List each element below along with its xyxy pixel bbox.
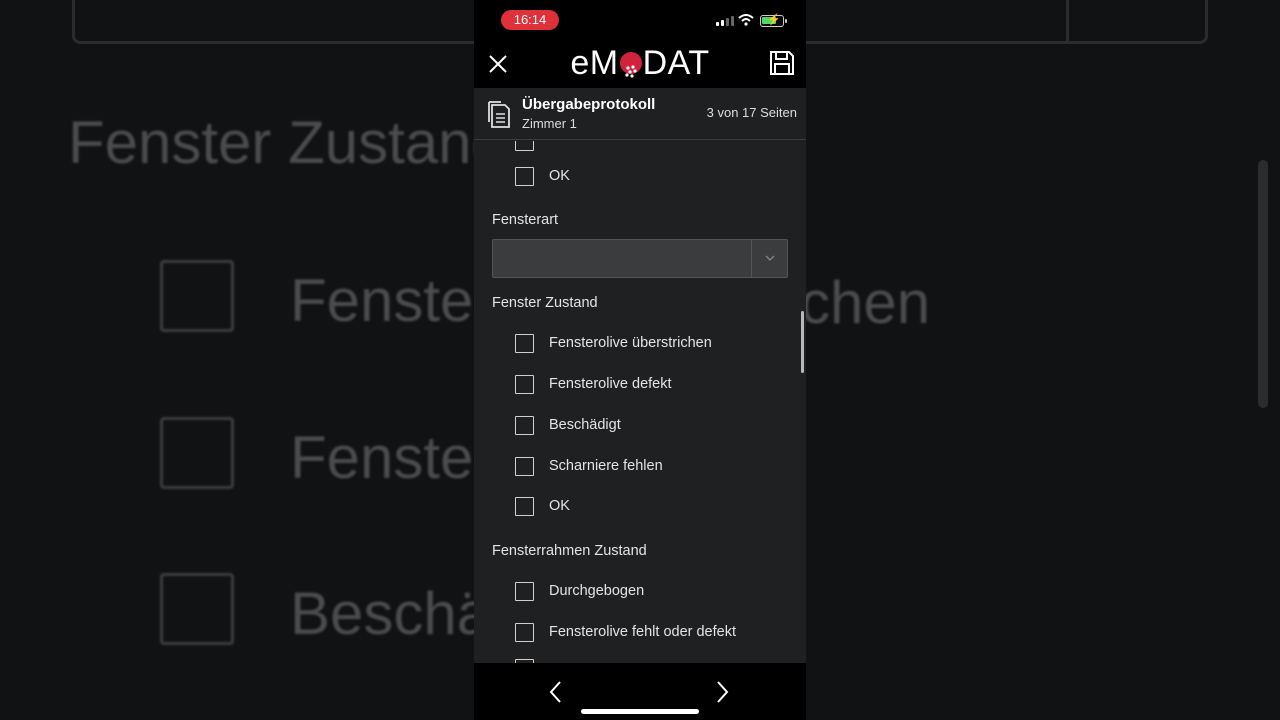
checkbox-row-partial[interactable] bbox=[515, 141, 534, 151]
status-time: 16:14 bbox=[501, 10, 559, 30]
form-content: OK Fensterart Fenster Zustand Fensteroli… bbox=[474, 141, 806, 663]
checkbox[interactable] bbox=[515, 581, 534, 601]
checkbox-row[interactable]: Scharniere fehlen bbox=[515, 456, 663, 476]
document-icon bbox=[488, 101, 510, 128]
checkbox-row[interactable]: OK bbox=[515, 496, 570, 516]
bg-checkbox-3 bbox=[160, 573, 234, 645]
bg-label-1: Fenster bbox=[290, 267, 494, 334]
scrollbar[interactable] bbox=[801, 311, 804, 373]
bottom-nav bbox=[474, 663, 806, 720]
checkbox-row-ok-prev[interactable]: OK bbox=[515, 166, 570, 186]
checkbox[interactable] bbox=[515, 415, 534, 435]
checkbox-row[interactable]: Durchgebogen bbox=[515, 581, 644, 601]
app-bar: eM DAT bbox=[474, 40, 806, 88]
bg-section-title: Fenster Zustand bbox=[68, 109, 505, 176]
checkbox-label: Scharniere fehlen bbox=[549, 458, 663, 474]
document-header: Übergabeprotokoll Zimmer 1 3 von 17 Seit… bbox=[474, 88, 806, 140]
checkbox-label: OK bbox=[549, 498, 570, 514]
chevron-down-icon bbox=[765, 255, 775, 261]
phone-screen: 16:14 ⚡ eM DAT Übergabeprotokoll Zimmer … bbox=[474, 0, 806, 720]
checkbox-label: Fensterolive defekt bbox=[549, 376, 672, 392]
chevron-right-icon[interactable] bbox=[714, 680, 730, 704]
checkbox-label: Fensterolive überstrichen bbox=[549, 335, 712, 351]
room-name: Zimmer 1 bbox=[522, 116, 577, 131]
logo-dot-icon bbox=[619, 52, 642, 78]
checkbox[interactable] bbox=[515, 333, 534, 353]
checkbox[interactable] bbox=[515, 141, 534, 151]
battery-icon: ⚡ bbox=[760, 14, 787, 27]
bg-scrollbar bbox=[1258, 160, 1268, 408]
document-title: Übergabeprotokoll bbox=[522, 96, 656, 113]
checkbox[interactable] bbox=[515, 166, 534, 186]
wifi-icon bbox=[738, 14, 754, 26]
bg-checkbox-1 bbox=[160, 260, 234, 332]
checkbox[interactable] bbox=[515, 374, 534, 394]
save-icon[interactable] bbox=[768, 49, 796, 77]
checkbox[interactable] bbox=[515, 456, 534, 476]
section-fensterart: Fensterart bbox=[492, 212, 559, 228]
bg-checkbox-2 bbox=[160, 417, 234, 489]
bg-label-1-suffix: chen bbox=[800, 269, 931, 336]
chevron-left-icon[interactable] bbox=[548, 680, 564, 704]
checkbox[interactable] bbox=[515, 622, 534, 642]
checkbox-label: Durchgebogen bbox=[549, 583, 645, 599]
app-logo: eM DAT bbox=[570, 44, 710, 82]
checkbox-label: OK bbox=[549, 168, 570, 184]
checkbox-row[interactable]: Fensterolive überstrichen bbox=[515, 333, 712, 353]
checkbox-row[interactable]: Fensterolive fehlt oder defekt bbox=[515, 622, 736, 642]
bg-label-3: Beschä bbox=[290, 580, 491, 647]
home-indicator[interactable] bbox=[581, 709, 699, 714]
page-indicator: 3 von 17 Seiten bbox=[706, 105, 797, 120]
checkbox-label: Beschädigt bbox=[549, 417, 621, 433]
section-fensterrahmen-zustand: Fensterrahmen Zustand bbox=[492, 543, 647, 559]
section-fenster-zustand: Fenster Zustand bbox=[492, 295, 598, 311]
signal-icon bbox=[716, 16, 734, 26]
bg-label-2: Fenster bbox=[290, 424, 494, 491]
checkbox-row[interactable]: Fensterolive defekt bbox=[515, 374, 672, 394]
checkbox-row[interactable]: Beschädigt bbox=[515, 415, 621, 435]
status-bar: 16:14 ⚡ bbox=[474, 0, 806, 40]
checkbox[interactable] bbox=[515, 496, 534, 516]
fensterart-select[interactable] bbox=[492, 239, 788, 278]
checkbox-label: Fensterolive fehlt oder defekt bbox=[549, 624, 736, 640]
